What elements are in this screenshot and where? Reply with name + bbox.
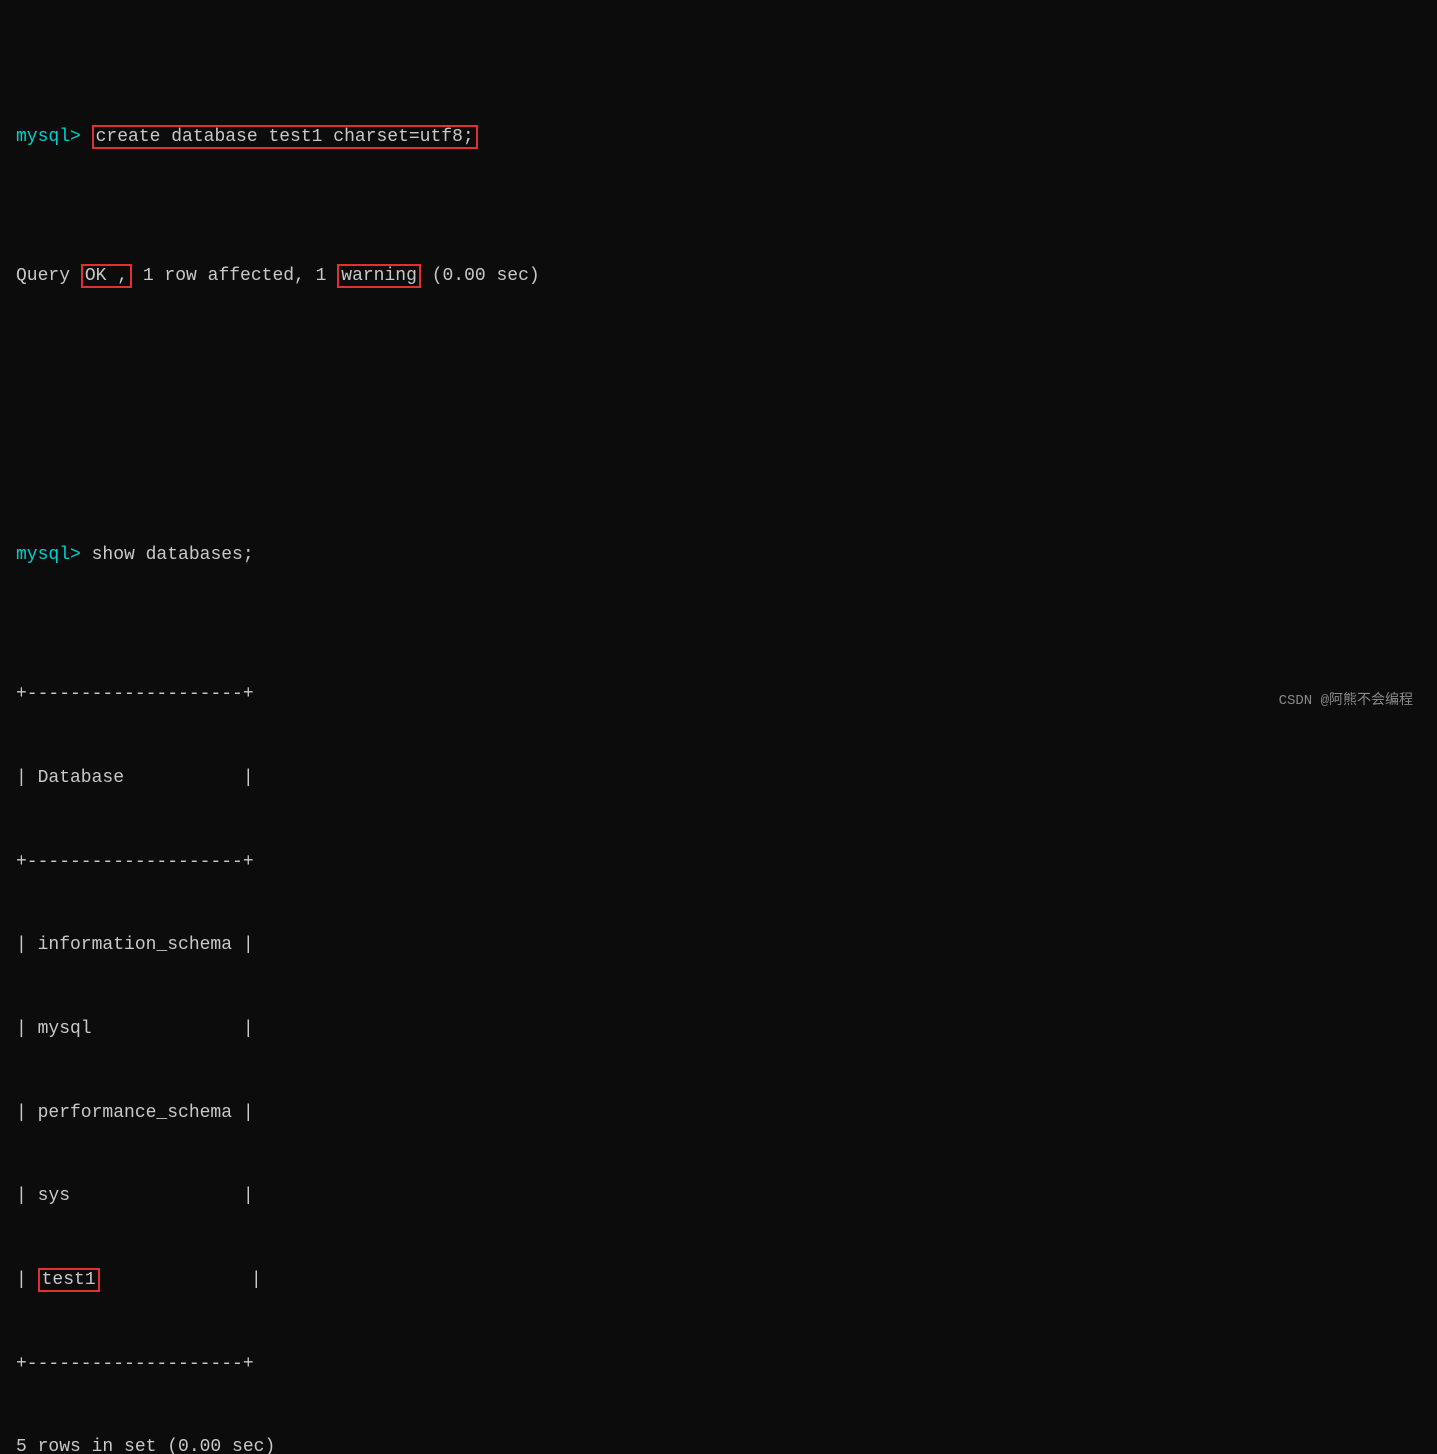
table-row-test1: | test1 | <box>16 1267 1421 1295</box>
line-4: mysql> show databases; <box>16 542 1421 570</box>
table-row-mysql: | mysql | <box>16 1016 1421 1044</box>
prompt-label-1: mysql> <box>16 127 92 147</box>
ok-highlight: OK , <box>81 264 132 288</box>
table-header: | Database | <box>16 765 1421 793</box>
warning-highlight: warning <box>337 264 421 288</box>
rows-in-set-1: 5 rows in set (0.00 sec) <box>16 1434 1421 1454</box>
terminal-window: mysql> create database test1 charset=utf… <box>16 12 1421 1454</box>
command-2: show databases; <box>92 545 254 565</box>
line-blank-1 <box>16 402 1421 430</box>
table-row-perf-schema: | performance_schema | <box>16 1100 1421 1128</box>
command-1: create database test1 charset=utf8; <box>92 125 478 149</box>
prompt-label-2: mysql> <box>16 545 92 565</box>
table-border-header: +--------------------+ <box>16 849 1421 877</box>
line-1: mysql> create database test1 charset=utf… <box>16 124 1421 152</box>
table-border-top: +--------------------+ <box>16 681 1421 709</box>
test1-highlight: test1 <box>38 1268 100 1292</box>
table-row-sys: | sys | <box>16 1183 1421 1211</box>
watermark: CSDN @阿熊不会编程 <box>1279 691 1413 713</box>
line-2: Query OK , 1 row affected, 1 warning (0.… <box>16 263 1421 291</box>
table-border-bottom: +--------------------+ <box>16 1351 1421 1379</box>
table-row-info-schema: | information_schema | <box>16 932 1421 960</box>
